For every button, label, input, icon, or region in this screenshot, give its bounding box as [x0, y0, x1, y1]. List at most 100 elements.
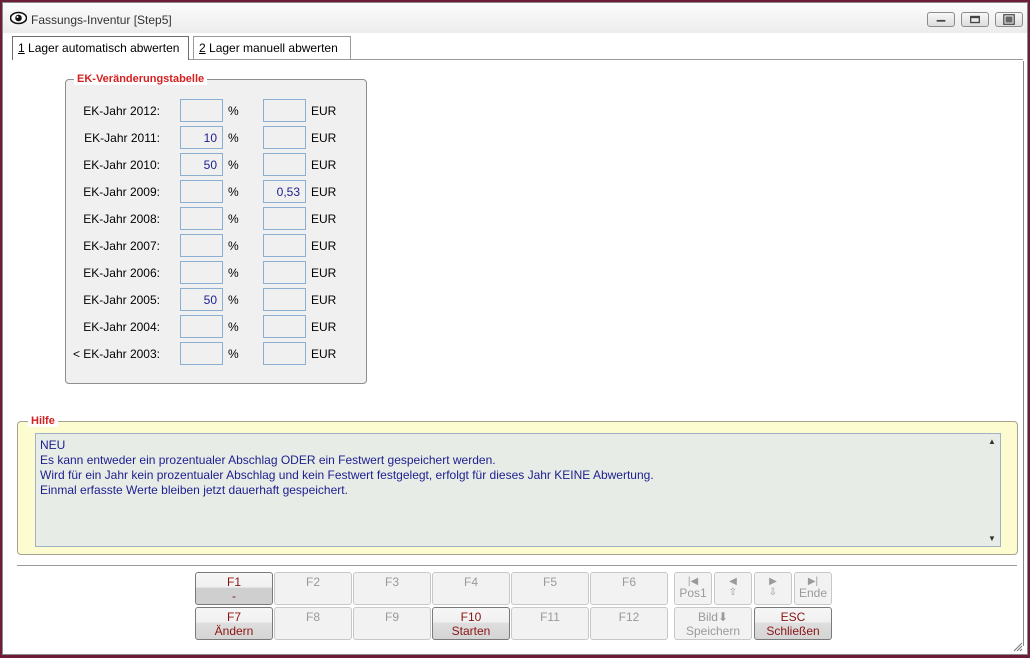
f12-button[interactable]: F12 [590, 607, 668, 640]
scroll-up-icon[interactable]: ▲ [988, 437, 996, 446]
percent-field[interactable] [180, 234, 223, 257]
key-label: F7 [226, 610, 241, 624]
f5-button[interactable]: F5 [511, 572, 589, 605]
row-label: EK-Jahr 2012: [83, 104, 160, 118]
f8-button[interactable]: F8 [274, 607, 352, 640]
eur-field[interactable] [263, 315, 306, 338]
key-label: F10 [460, 610, 482, 624]
tab-lager-automatisch[interactable]: 1 Lager automatisch abwerten [12, 36, 189, 60]
f11-button[interactable]: F11 [511, 607, 589, 640]
eur-unit: EUR [311, 212, 337, 226]
eur-field[interactable] [263, 99, 306, 122]
ek-row-2007: EK-Jahr 2007: % EUR [66, 234, 366, 258]
eur-field[interactable]: 0,53 [263, 180, 306, 203]
f6-button[interactable]: F6 [590, 572, 668, 605]
key-label: F6 [621, 575, 636, 589]
ek-row-2008: EK-Jahr 2008: % EUR [66, 207, 366, 231]
percent-field[interactable] [180, 315, 223, 338]
row-label: EK-Jahr 2005: [83, 293, 160, 307]
esc-close-button[interactable]: ESC Schließen [754, 607, 832, 640]
close-button[interactable] [995, 12, 1023, 27]
f7-button[interactable]: F7 Ändern [195, 607, 273, 640]
ek-row-2004: EK-Jahr 2004: % EUR [66, 315, 366, 339]
help-text-area[interactable]: NEU Es kann entweder ein prozentualer Ab… [35, 433, 1001, 547]
tab-lager-manuell[interactable]: 2 Lager manuell abwerten [193, 36, 351, 59]
help-line: Einmal erfasste Werte bleiben jetzt daue… [40, 483, 348, 497]
next-record-button[interactable]: ▶ ⇩ [754, 572, 792, 605]
key-label: F4 [463, 575, 478, 589]
key-desc: Ändern [214, 624, 254, 638]
f4-button[interactable]: F4 [432, 572, 510, 605]
percent-field[interactable]: 50 [180, 153, 223, 176]
pos1-button[interactable]: |◀ Pos1 [674, 572, 712, 605]
ek-row-2012: EK-Jahr 2012: % EUR [66, 99, 366, 123]
key-label: F12 [618, 610, 640, 624]
percent-field[interactable]: 50 [180, 288, 223, 311]
key-label: F1 [226, 575, 241, 589]
percent-unit: % [228, 266, 239, 280]
f2-button[interactable]: F2 [274, 572, 352, 605]
end-button[interactable]: ▶| Ende [794, 572, 832, 605]
resize-grip-icon[interactable] [1013, 642, 1023, 652]
eur-field[interactable] [263, 288, 306, 311]
percent-field[interactable] [180, 99, 223, 122]
eur-unit: EUR [311, 239, 337, 253]
eur-field[interactable] [263, 126, 306, 149]
eur-unit: EUR [311, 158, 337, 172]
f3-button[interactable]: F3 [353, 572, 431, 605]
key-desc: Schließen [766, 624, 820, 638]
eye-icon [10, 11, 27, 25]
percent-field[interactable] [180, 180, 223, 203]
tab-label: Lager automatisch abwerten [24, 41, 180, 55]
row-label: EK-Jahr 2008: [83, 212, 160, 226]
row-label: EK-Jahr 2004: [83, 320, 160, 334]
scroll-down-icon[interactable]: ▼ [988, 534, 996, 543]
main-window: Fassungs-Inventur [Step5] 1 Lager automa… [2, 2, 1028, 655]
eur-field[interactable] [263, 261, 306, 284]
eur-unit: EUR [311, 131, 337, 145]
key-desc: Starten [451, 624, 491, 638]
window-title: Fassungs-Inventur [Step5] [31, 13, 172, 27]
f10-button[interactable]: F10 Starten [432, 607, 510, 640]
row-label: EK-Jahr 2011: [84, 131, 160, 145]
row-label: < EK-Jahr 2003: [72, 347, 160, 361]
maximize-icon [970, 15, 980, 24]
page-down-arrow-icon: ⬇ [717, 610, 729, 624]
minimize-icon [936, 19, 946, 22]
key-label: F3 [384, 575, 399, 589]
maximize-button[interactable] [961, 12, 989, 27]
percent-field[interactable]: 10 [180, 126, 223, 149]
previous-record-button[interactable]: ◀ ⇧ [714, 572, 752, 605]
eur-unit: EUR [311, 185, 337, 199]
eur-field[interactable] [263, 153, 306, 176]
eur-field[interactable] [263, 342, 306, 365]
help-scrollbar[interactable]: ▲ ▼ [985, 434, 1000, 546]
page-save-button[interactable]: Bild⬇ Speichern [674, 607, 752, 640]
eur-unit: EUR [311, 293, 337, 307]
help-panel: Hilfe NEU Es kann entweder ein prozentua… [17, 415, 1018, 555]
key-label: F5 [542, 575, 557, 589]
percent-unit: % [228, 212, 239, 226]
f9-button[interactable]: F9 [353, 607, 431, 640]
eur-field[interactable] [263, 234, 306, 257]
button-area-separator [17, 565, 1017, 566]
row-label: EK-Jahr 2009: [83, 185, 160, 199]
percent-field[interactable] [180, 207, 223, 230]
key-label: F2 [305, 575, 320, 589]
key-label: F8 [305, 610, 320, 624]
percent-unit: % [228, 320, 239, 334]
minimize-button[interactable] [927, 12, 955, 27]
tab-strip-border [189, 59, 1023, 60]
eur-unit: EUR [311, 347, 337, 361]
page-label: Bild [697, 610, 718, 624]
percent-field[interactable] [180, 261, 223, 284]
percent-unit: % [228, 158, 239, 172]
title-bar[interactable]: Fassungs-Inventur [Step5] [3, 3, 1027, 33]
ek-change-table-group: EK-Veränderungstabelle EK-Jahr 2012: % E… [65, 73, 367, 384]
group-title: EK-Veränderungstabelle [74, 73, 208, 85]
percent-unit: % [228, 239, 239, 253]
percent-unit: % [228, 185, 239, 199]
eur-field[interactable] [263, 207, 306, 230]
percent-field[interactable] [180, 342, 223, 365]
f1-button[interactable]: F1 - [195, 572, 273, 605]
